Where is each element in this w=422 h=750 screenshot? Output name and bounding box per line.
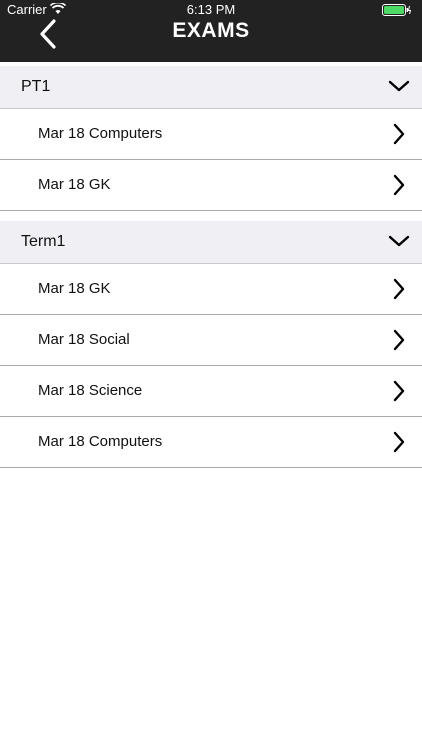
chevron-down-icon	[388, 79, 410, 98]
top-bar: Carrier 6:13 PM EXAMS	[0, 0, 422, 62]
chevron-right-icon	[392, 174, 406, 201]
page-title: EXAMS	[172, 19, 250, 42]
nav-bar: EXAMS	[0, 10, 422, 58]
section-header-pt1[interactable]: PT1	[0, 66, 422, 109]
list-item[interactable]: Mar 18 Computers	[0, 109, 422, 160]
chevron-down-icon	[388, 234, 410, 253]
chevron-right-icon	[392, 380, 406, 407]
list-item[interactable]: Mar 18 Science	[0, 366, 422, 417]
list-item[interactable]: Mar 18 GK	[0, 264, 422, 315]
exam-label: Mar 18 Computers	[38, 125, 163, 142]
list-item[interactable]: Mar 18 Social	[0, 315, 422, 366]
chevron-right-icon	[392, 123, 406, 150]
exam-label: Mar 18 Science	[38, 382, 143, 399]
section-header-term1[interactable]: Term1	[0, 221, 422, 264]
exam-label: Mar 18 GK	[38, 280, 111, 297]
section-title: PT1	[21, 78, 51, 95]
list-item[interactable]: Mar 18 Computers	[0, 417, 422, 468]
exam-list: PT1 Mar 18 Computers Mar 18 GK Term1 Mar…	[0, 62, 422, 468]
exam-label: Mar 18 Computers	[38, 433, 163, 450]
list-item[interactable]: Mar 18 GK	[0, 160, 422, 211]
chevron-right-icon	[392, 329, 406, 356]
exam-label: Mar 18 Social	[38, 331, 130, 348]
section-title: Term1	[21, 233, 66, 250]
chevron-right-icon	[392, 431, 406, 458]
chevron-right-icon	[392, 278, 406, 305]
exam-label: Mar 18 GK	[38, 176, 111, 193]
